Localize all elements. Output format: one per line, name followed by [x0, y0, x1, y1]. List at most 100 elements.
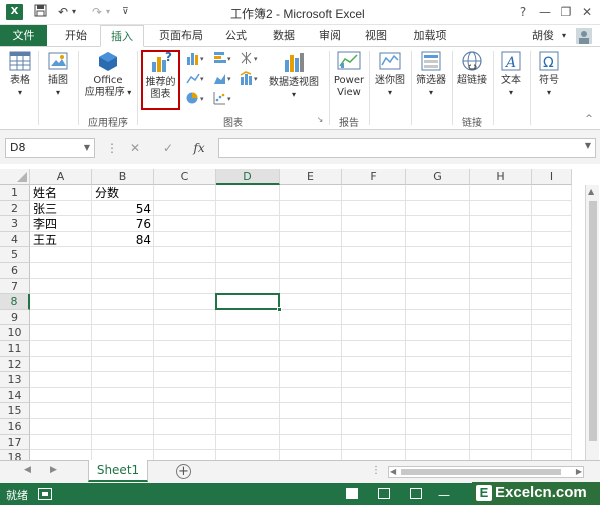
row-header-9[interactable]: 9: [0, 309, 30, 326]
horizontal-scrollbar[interactable]: ◀ ▶: [388, 466, 584, 478]
stock-chart-button[interactable]: ▾: [237, 51, 263, 69]
help-button[interactable]: ?: [513, 3, 533, 21]
tab-page-layout[interactable]: 页面布局: [152, 25, 210, 47]
column-header-e[interactable]: E: [280, 169, 342, 185]
user-name[interactable]: 胡俊: [528, 25, 558, 47]
line-chart-button[interactable]: ▾: [183, 71, 209, 89]
office-apps-button[interactable]: Office 应用程序 ▾: [82, 50, 134, 99]
customize-qat-icon[interactable]: ⊽: [122, 4, 129, 20]
row-header-11[interactable]: 11: [0, 341, 30, 357]
row-header-1[interactable]: 1: [0, 185, 30, 201]
column-header-c[interactable]: C: [154, 169, 216, 185]
row-header-18[interactable]: 18: [0, 450, 30, 460]
user-avatar[interactable]: [572, 25, 596, 47]
vertical-scrollbar[interactable]: ▲: [585, 185, 599, 460]
collapse-ribbon-icon[interactable]: ^: [583, 113, 595, 125]
sparklines-button[interactable]: 迷你图 ▾: [372, 50, 408, 99]
formula-input[interactable]: ▼: [218, 138, 596, 158]
filters-button[interactable]: 筛选器 ▾: [413, 50, 449, 99]
cancel-icon[interactable]: ✕: [126, 139, 144, 157]
save-icon[interactable]: [34, 4, 47, 20]
symbols-button[interactable]: Ω 符号 ▾: [534, 50, 564, 99]
add-sheet-button[interactable]: +: [176, 464, 191, 479]
illustrations-button[interactable]: 插图 ▾: [42, 50, 74, 99]
cell-b2[interactable]: 54: [92, 201, 154, 217]
cell-a2[interactable]: 张三: [30, 201, 92, 217]
fill-handle[interactable]: [277, 306, 282, 312]
row-header-4[interactable]: 4: [0, 231, 30, 248]
cell-a4[interactable]: 王五: [30, 232, 92, 248]
area-chart-button[interactable]: ▾: [210, 71, 236, 89]
tab-file[interactable]: 文件: [0, 25, 47, 47]
column-header-g[interactable]: G: [406, 169, 470, 185]
page-layout-view-icon[interactable]: [378, 488, 390, 499]
table-button[interactable]: 表格 ▾: [6, 50, 34, 99]
name-box-dropdown-icon[interactable]: ▼: [84, 139, 90, 157]
redo-icon[interactable]: ↷: [92, 4, 102, 20]
sheet-tab-sheet1[interactable]: Sheet1: [88, 460, 148, 482]
select-all-corner[interactable]: [0, 169, 30, 185]
worksheet-grid[interactable]: ABCDEFGHI 1 2 3 4 5 6 7 8 9 10 11 12 13 14 15 16 17 18 姓名…: [0, 164, 600, 460]
next-sheet-icon[interactable]: ▶: [50, 465, 57, 475]
undo-dropdown-icon[interactable]: ▾: [72, 4, 76, 20]
horizontal-scroll-thumb[interactable]: [401, 469, 561, 475]
bar-chart-button[interactable]: ▾: [210, 51, 236, 69]
row-header-5[interactable]: 5: [0, 247, 30, 263]
zoom-out-icon[interactable]: —: [438, 488, 450, 502]
row-header-17[interactable]: 17: [0, 434, 30, 451]
row-header-6[interactable]: 6: [0, 263, 30, 279]
row-header-13[interactable]: 13: [0, 372, 30, 388]
tab-view[interactable]: 视图: [358, 25, 394, 47]
row-header-15[interactable]: 15: [0, 403, 30, 419]
row-header-2[interactable]: 2: [0, 200, 30, 217]
cell-b1[interactable]: 分数: [92, 185, 154, 201]
row-header-10[interactable]: 10: [0, 325, 30, 341]
expand-formula-icon[interactable]: ▼: [585, 141, 591, 150]
power-view-button[interactable]: Power View: [332, 50, 366, 99]
column-header-a[interactable]: A: [30, 169, 92, 185]
row-header-3[interactable]: 3: [0, 216, 30, 232]
column-chart-button[interactable]: ▾: [183, 51, 209, 69]
undo-icon[interactable]: ↶: [58, 4, 68, 20]
scroll-thumb[interactable]: [589, 201, 597, 441]
row-header-8[interactable]: 8: [0, 294, 30, 310]
normal-view-icon[interactable]: [346, 488, 358, 499]
column-header-f[interactable]: F: [342, 169, 406, 185]
cell-b4[interactable]: 84: [92, 232, 154, 248]
redo-dropdown-icon[interactable]: ▾: [106, 4, 110, 20]
text-button[interactable]: A 文本 ▾: [496, 50, 526, 99]
scroll-left-icon[interactable]: ◀: [390, 467, 396, 476]
recommended-charts-button[interactable]: ? 推荐的 图表: [143, 50, 178, 101]
tab-formulas[interactable]: 公式: [218, 25, 254, 47]
pie-chart-button[interactable]: ▾: [183, 91, 209, 109]
row-header-14[interactable]: 14: [0, 387, 30, 404]
tab-split-icon[interactable]: ⋮: [371, 465, 381, 476]
combo-chart-button[interactable]: ▾: [237, 71, 263, 89]
column-header-h[interactable]: H: [470, 169, 532, 185]
tab-addins[interactable]: 加载项: [406, 25, 454, 47]
tab-review[interactable]: 审阅: [312, 25, 348, 47]
row-header-7[interactable]: 7: [0, 278, 30, 295]
cell-a1[interactable]: 姓名: [30, 185, 92, 201]
enter-icon[interactable]: ✓: [159, 139, 177, 157]
tab-insert[interactable]: 插入: [100, 25, 144, 47]
name-box[interactable]: D8 ▼: [5, 138, 95, 158]
active-cell[interactable]: [215, 293, 282, 312]
row-header-12[interactable]: 12: [0, 356, 30, 373]
tab-home[interactable]: 开始: [58, 25, 94, 47]
hyperlink-button[interactable]: 超链接: [454, 50, 490, 87]
insert-function-icon[interactable]: fx: [190, 139, 208, 157]
scroll-up-icon[interactable]: ▲: [588, 187, 594, 196]
column-header-i[interactable]: I: [532, 169, 572, 185]
prev-sheet-icon[interactable]: ◀: [24, 465, 31, 475]
row-header-16[interactable]: 16: [0, 419, 30, 435]
column-header-b[interactable]: B: [92, 169, 154, 185]
macro-record-icon[interactable]: [38, 488, 52, 500]
user-dropdown-icon[interactable]: ▾: [558, 25, 570, 47]
scroll-right-icon[interactable]: ▶: [576, 467, 582, 476]
cell-b3[interactable]: 76: [92, 216, 154, 232]
page-break-view-icon[interactable]: [410, 488, 422, 499]
scatter-chart-button[interactable]: ▾: [210, 91, 236, 109]
minimize-button[interactable]: —: [535, 3, 555, 21]
column-header-d[interactable]: D: [216, 169, 280, 185]
